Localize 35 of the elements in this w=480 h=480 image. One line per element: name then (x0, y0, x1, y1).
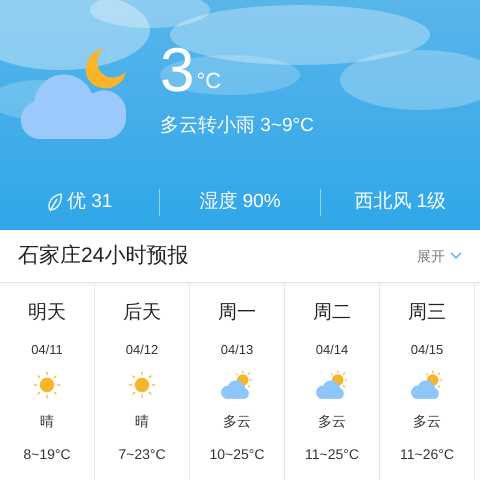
chevron-down-icon (450, 252, 462, 260)
day-name: 周三 (408, 301, 446, 325)
temperature-range: 7~23°C (118, 445, 166, 464)
stat-text: 优 31 (66, 190, 112, 214)
date-text: 04/14 (316, 340, 348, 358)
sun-icon (31, 369, 63, 401)
condition-text: 多云 (223, 412, 251, 431)
day-name: 周二 (313, 301, 351, 325)
condition-text: 晴 (40, 412, 54, 431)
date-text: 04/12 (126, 340, 158, 358)
partly-cloudy-icon (314, 369, 350, 401)
temperature-range: 11~26°C (400, 445, 454, 464)
condition-text: 晴 (135, 412, 149, 431)
date-text: 04/13 (220, 340, 254, 358)
leaf-icon (46, 192, 63, 212)
date-text: 04/11 (31, 340, 63, 358)
stat-text: 西北风 1级 (354, 190, 446, 214)
forecast-title: 石家庄24小时预报 (18, 243, 188, 270)
temperature-range: 8~19°C (23, 445, 71, 464)
unit-text: °C (196, 67, 222, 95)
temperature-text: 3 (160, 40, 194, 102)
stat-text: 湿度 90% (199, 190, 281, 214)
condition-text: 多云 (413, 412, 441, 431)
partly-cloudy-icon (409, 369, 445, 401)
day-name: 后天 (123, 301, 161, 325)
day-name: 明天 (28, 301, 66, 325)
day-name: 周一 (218, 301, 256, 325)
temperature-range: 11~25°C (305, 445, 359, 464)
condition-text: 多云 (318, 412, 346, 431)
weather-summary: 多云转小雨 3~9°C (160, 114, 314, 138)
temperature-range: 10~25°C (209, 445, 265, 464)
sun-icon (126, 369, 158, 401)
partly-cloudy-icon (219, 369, 255, 401)
date-text: 04/15 (410, 340, 444, 358)
expand-button[interactable]: 展开 (417, 246, 462, 266)
